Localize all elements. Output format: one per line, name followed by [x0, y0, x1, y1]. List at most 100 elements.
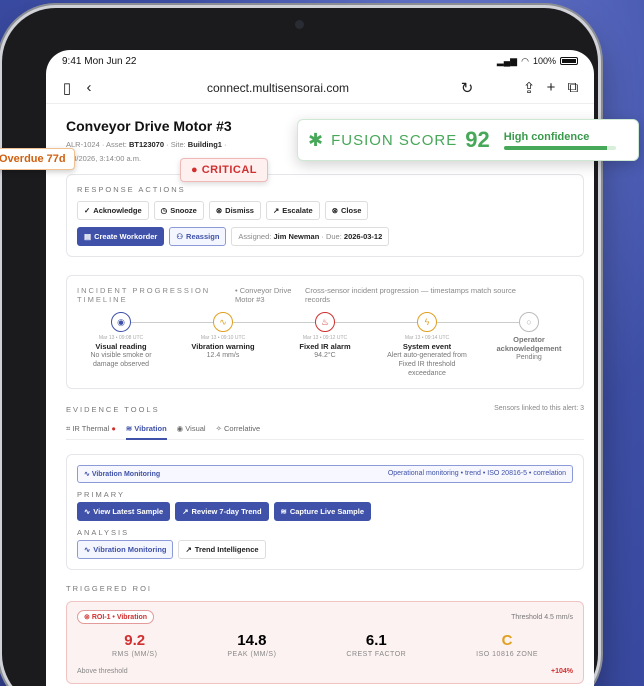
metric-label: CREST FACTOR: [346, 651, 407, 658]
tab-label: Vibration: [134, 424, 167, 433]
analysis-buttons: ∿ Vibration Monitoring ↗ Trend Intelligenc…: [77, 540, 573, 559]
response-actions-label: Response Actions: [77, 185, 186, 194]
browser-toolbar: ▯ ‹ connect.multisensorai.com ↻ ⇪ + ⧉: [46, 72, 594, 104]
snooze-button[interactable]: ◷ Snooze: [153, 201, 204, 220]
close-button[interactable]: ⊗ Close: [324, 201, 369, 220]
trend-icon: ↗: [182, 507, 189, 516]
response-actions-card: Response Actions ✓ Acknowledge ◷ Snooze ⊗ D…: [66, 174, 584, 257]
roi-footer: Above threshold +104%: [77, 668, 573, 675]
wifi-icon: ◠: [521, 55, 529, 66]
tab-label: IR Thermal: [72, 424, 110, 433]
confidence-bar-fill: [503, 145, 607, 150]
site-label: Site:: [170, 140, 186, 149]
new-tab-icon[interactable]: +: [540, 77, 562, 99]
metric-label: PEAK (MM/S): [227, 651, 277, 658]
wave-icon: ∿: [84, 545, 91, 554]
button-label: View Latest Sample: [93, 507, 164, 516]
create-workorder-label: Create Workorder: [94, 232, 158, 241]
monitoring-meta: Operational monitoring • trend • ISO 208…: [387, 470, 566, 477]
critical-badge: ● CRITICAL: [180, 158, 269, 182]
timeline-time: Mar 13 • 09:10 UTC: [200, 335, 246, 341]
timeline-item: ○ Operator acknowledgement Pending: [485, 312, 573, 378]
metric-value: 6.1: [365, 632, 387, 649]
clock-icon: ◷: [160, 206, 168, 215]
create-workorder-button[interactable]: ▤ Create Workorder: [77, 227, 165, 246]
due-label: Due:: [325, 232, 342, 241]
tab-ir-thermal[interactable]: ⌗ IR Thermal ●: [66, 424, 116, 434]
evidence-tabs: ⌗ IR Thermal ● ≋ Vibration ◉ Visual ✧ Co…: [66, 424, 584, 440]
escalate-label: Escalate: [282, 206, 313, 215]
sidebar-icon[interactable]: ▯: [56, 77, 78, 99]
fusion-score: 92: [465, 127, 490, 152]
roi-header: ⊚ ROI-1 • Vibration Threshold 4.5 mm/s: [77, 610, 573, 624]
acknowledge-label: Acknowledge: [93, 206, 142, 215]
reassign-button[interactable]: ⚇ Reassign: [169, 227, 227, 246]
roi-badge-label: ROI-1 • Vibration: [91, 614, 148, 621]
timeline-title: Visual reading: [95, 342, 147, 351]
workorder-row: ▤ Create Workorder ⚇ Reassign Assigned: Ji…: [77, 227, 573, 246]
assignee-name: Jim Newman: [273, 232, 320, 241]
assigned-label: Assigned:: [238, 232, 272, 241]
timeline-title: Vibration warning: [191, 342, 255, 351]
timeline-asset: • Conveyor Drive Motor #3: [235, 286, 292, 304]
review-trend-button[interactable]: ↗ Review 7-day Trend: [175, 502, 269, 521]
timeline-desc: No visible smoke or damage observed: [90, 352, 152, 368]
view-latest-sample-button[interactable]: ∿ View Latest Sample: [77, 502, 171, 521]
monitoring-title: ∿ Vibration Monitoring: [84, 471, 161, 478]
tablet-device: 9:41 Mon Jun 22 ▂▄▆ ◠ 100% ▯ ‹ connect.m…: [2, 8, 598, 686]
triggered-roi-label: Triggered ROI: [66, 584, 153, 593]
eye-icon: ◉: [176, 424, 186, 433]
metric-value: 9.2: [124, 632, 146, 649]
status-indicators: ▂▄▆ ◠ 100%: [497, 56, 578, 67]
document-icon: ▤: [84, 232, 92, 241]
due-date: 2026-03-12: [343, 232, 383, 241]
tab-visual[interactable]: ◉ Visual: [177, 424, 206, 434]
trend-intelligence-button[interactable]: ↗ Trend Intelligence: [178, 540, 266, 559]
primary-buttons: ∿ View Latest Sample ↗ Review 7-day Trend …: [77, 502, 573, 521]
evidence-label: Evidence Tools: [66, 405, 160, 414]
url-field[interactable]: connect.multisensorai.com: [100, 81, 456, 95]
capture-live-sample-button[interactable]: ≋ Capture Live Sample: [273, 502, 372, 521]
metric-value: C: [501, 632, 513, 649]
flame-icon: ♨: [315, 312, 335, 332]
button-label: Capture Live Sample: [289, 507, 365, 516]
eye-icon: ◉: [111, 312, 131, 332]
metric-label: RMS (MM/S): [111, 651, 158, 658]
timeline-item: ◉ Mar 13 • 09:08 UTC Visual reading No v…: [77, 312, 165, 378]
overdue-badge: Overdue 77d: [0, 148, 75, 170]
puzzle-icon: ✱: [308, 129, 324, 150]
timeline-title: System event: [402, 342, 452, 351]
signal-icon: ▂▄▆: [496, 55, 518, 66]
sparkle-icon: ✧: [215, 424, 224, 433]
back-icon[interactable]: ‹: [78, 77, 100, 99]
assignment-info: Assigned: Jim Newman · Due: 2026-03-12: [231, 227, 390, 246]
tab-correlative[interactable]: ✧ Correlative: [216, 424, 261, 434]
acknowledge-button[interactable]: ✓ Acknowledge: [77, 201, 149, 220]
alert-timestamp: 2/3/2026, 3:14:00 a.m.: [66, 154, 142, 163]
roi-threshold: Threshold 4.5 mm/s: [511, 613, 573, 621]
primary-label: Primary: [77, 490, 126, 499]
timeline-item: ϟ Mar 13 • 09:14 UTC System event Alert …: [383, 312, 471, 378]
timeline-desc: 94.2°C: [314, 352, 336, 359]
page-content: Conveyor Drive Motor #3 ALR-1024 · Asset…: [46, 118, 594, 684]
vibration-monitoring-button[interactable]: ∿ Vibration Monitoring: [77, 540, 174, 559]
escalate-button[interactable]: ↗ Escalate: [265, 201, 320, 220]
tab-vibration[interactable]: ≋ Vibration: [125, 424, 167, 440]
site-name: Building1: [187, 140, 222, 149]
reload-icon[interactable]: ↻: [456, 77, 478, 99]
timeline-item: ♨ Mar 13 • 09:12 UTC Fixed IR alarm 94.2…: [281, 312, 369, 378]
share-icon[interactable]: ⇪: [518, 77, 540, 99]
evidence-header: Evidence Tools Sensors linked to this al…: [66, 405, 584, 414]
metric-value: 14.8: [237, 632, 267, 649]
confidence-bar: [503, 145, 616, 150]
close-label: Close: [340, 206, 362, 215]
check-icon: ✓: [84, 206, 91, 215]
dismiss-button[interactable]: ⊗ Dismiss: [208, 201, 261, 220]
tabs-icon[interactable]: ⧉: [562, 77, 584, 99]
timeline-time: Mar 13 • 09:08 UTC: [98, 335, 144, 341]
timeline-row: ◉ Mar 13 • 09:08 UTC Visual reading No v…: [77, 312, 573, 378]
fusion-label: FUSION SCORE: [331, 131, 458, 149]
pending-icon: ○: [519, 312, 539, 332]
fusion-score-card: ✱ FUSION SCORE 92 High confidence: [297, 119, 639, 161]
battery-icon: [560, 57, 578, 65]
